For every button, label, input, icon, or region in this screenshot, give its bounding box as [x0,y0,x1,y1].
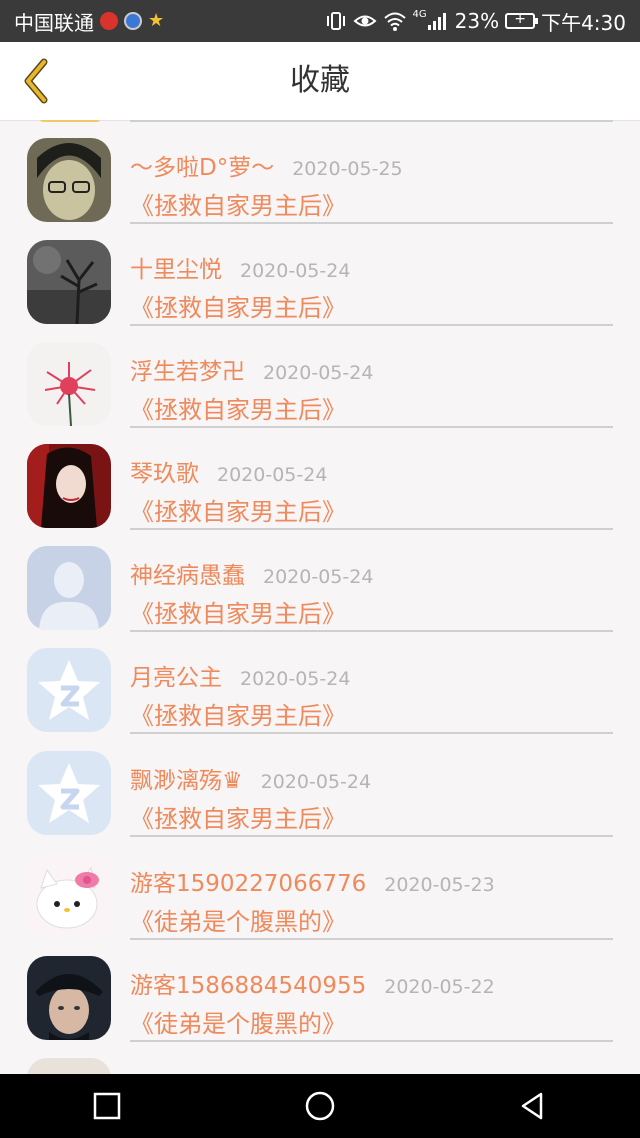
avatar[interactable] [27,648,111,732]
qzone-star-logo [27,648,111,732]
favorites-list[interactable]: ～多啦D°萝～ 2020-05-25 《拯救自家男主后》 十里尘悦 2020-0… [0,120,640,1074]
list-item[interactable]: ～多啦D°萝～ 2020-05-25 《拯救自家男主后》 [0,120,640,224]
username[interactable]: 十里尘悦 [130,250,222,284]
chevron-left-icon [24,58,48,104]
vibrate-icon [326,12,345,30]
date-label: 2020-05-24 [217,464,328,486]
date-label: 2020-05-23 [384,874,495,896]
qzone-star-logo [27,751,111,835]
user-photo-tree [27,240,111,324]
username[interactable]: 月亮公主 [130,658,222,692]
book-title-link[interactable]: 《徒弟是个腹黑的》 [130,902,346,937]
name-line: 游客1586884540955 2020-05-22 [130,966,495,1000]
username[interactable]: 游客1586884540955 [130,966,366,1000]
list-item[interactable] [0,1040,640,1074]
carrier-label: 中国联通 [14,10,94,35]
square-icon [93,1092,120,1120]
username[interactable]: 游客1590227066776 [130,864,366,898]
name-line: 十里尘悦 2020-05-24 [130,250,350,284]
status-left: 中国联通 ★ [14,7,164,36]
username[interactable]: 飘渺漓殇♛ [130,761,243,795]
avatar[interactable] [27,546,111,630]
top-app-bar: 收藏 [0,42,640,121]
username[interactable]: ～多啦D°萝～ [130,148,274,182]
list-item[interactable]: 神经病愚蠢 2020-05-24 《拯救自家男主后》 [0,528,640,632]
battery-percent: 23% [454,9,500,33]
user-photo-glasses [27,138,111,222]
avatar[interactable] [27,751,111,835]
list-item[interactable]: 浮生若梦卍 2020-05-24 《拯救自家男主后》 [0,324,640,428]
username[interactable]: 神经病愚蠢 [130,556,245,590]
circle-icon [305,1091,335,1121]
home-button[interactable] [290,1076,350,1136]
avatar[interactable] [27,342,111,426]
back-button[interactable] [12,54,62,108]
list-item[interactable]: 游客1590227066776 2020-05-23 《徒弟是个腹黑的》 [0,836,640,940]
default-user-silhouette [27,546,111,630]
triangle-back-icon [522,1092,543,1120]
name-line: 琴玖歌 2020-05-24 [130,454,327,488]
date-label: 2020-05-24 [263,566,374,588]
list-item[interactable]: 琴玖歌 2020-05-24 《拯救自家男主后》 [0,426,640,530]
book-title-link[interactable]: 《拯救自家男主后》 [130,390,346,425]
name-line: ～多啦D°萝～ 2020-05-25 [130,148,403,182]
date-label: 2020-05-24 [240,668,351,690]
list-item[interactable]: 游客1586884540955 2020-05-22 《徒弟是个腹黑的》 [0,938,640,1042]
list-item[interactable]: 月亮公主 2020-05-24 《拯救自家男主后》 [0,630,640,734]
book-title-link[interactable]: 《徒弟是个腹黑的》 [130,1004,346,1039]
book-title-link[interactable]: 《拯救自家男主后》 [130,186,346,221]
name-line: 浮生若梦卍 2020-05-24 [130,352,373,386]
date-label: 2020-05-24 [240,260,351,282]
user-photo-hellokitty [27,854,111,938]
book-title-link[interactable]: 《拯救自家男主后》 [130,594,346,629]
date-label: 2020-05-24 [260,771,372,793]
recent-apps-button[interactable] [77,1076,137,1136]
name-line: 月亮公主 2020-05-24 [130,658,350,692]
name-line: 游客1590227066776 2020-05-23 [130,864,495,898]
star-notification-icon: ★ [148,10,165,31]
avatar[interactable] [27,138,111,222]
page-title: 收藏 [290,63,350,98]
book-title-link[interactable]: 《拯救自家男主后》 [130,492,346,527]
signal-icon [427,13,446,30]
user-photo-man-cap [27,956,111,1040]
status-right: 4G 23% + 下午4:30 [325,7,626,36]
username[interactable]: 琴玖歌 [130,454,199,488]
book-title-link[interactable]: 《拯救自家男主后》 [130,799,346,834]
date-label: 2020-05-24 [263,362,374,384]
avatar[interactable] [27,444,111,528]
avatar[interactable] [27,1058,111,1074]
system-navigation-bar [0,1074,640,1138]
battery-icon: + [505,11,539,29]
user-photo-red [27,444,111,528]
book-title-link[interactable]: 《拯救自家男主后》 [130,696,346,731]
list-item[interactable]: 飘渺漓殇♛ 2020-05-24 《拯救自家男主后》 [0,733,640,837]
back-nav-button[interactable] [503,1076,563,1136]
app-notification-icon [100,12,118,30]
date-label: 2020-05-25 [292,158,403,180]
avatar[interactable] [27,854,111,938]
name-line: 飘渺漓殇♛ 2020-05-24 [130,761,371,795]
book-title-link[interactable]: 《拯救自家男主后》 [130,288,346,323]
user-photo-flower [27,342,111,426]
avatar[interactable] [27,240,111,324]
list-item[interactable]: 十里尘悦 2020-05-24 《拯救自家男主后》 [0,222,640,326]
wifi-icon [383,12,406,31]
avatar[interactable] [27,956,111,1040]
username[interactable]: 浮生若梦卍 [130,352,245,386]
date-label: 2020-05-22 [384,976,495,998]
network-type-label: 4G [412,8,427,20]
status-bar: 中国联通 ★ 4G 23% + 下午4:30 [0,0,640,42]
app-notification-icon [124,12,142,30]
eye-comfort-icon [353,15,376,27]
clock: 下午4:30 [541,10,626,35]
name-line: 神经病愚蠢 2020-05-24 [130,556,373,590]
